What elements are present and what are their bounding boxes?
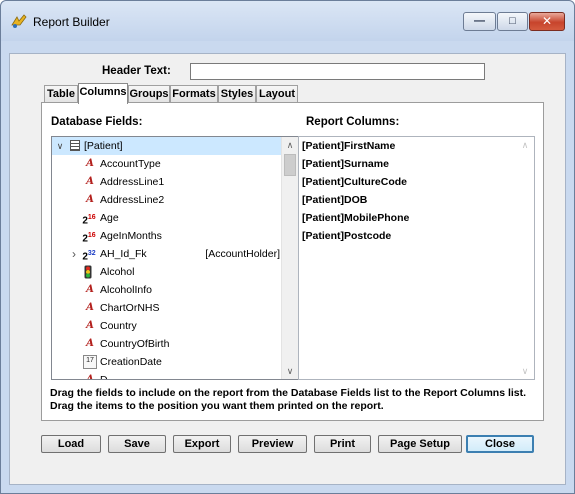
tab-formats[interactable]: Formats <box>170 85 218 103</box>
close-button[interactable]: Close <box>466 435 534 453</box>
int16-field-icon: 216 <box>82 214 96 227</box>
int16-field-icon: 216 <box>82 232 96 245</box>
tab-layout[interactable]: Layout <box>256 85 298 103</box>
report-columns-list[interactable]: [Patient]FirstName [Patient]Surname [Pat… <box>298 136 535 380</box>
field-label: D... <box>100 374 117 380</box>
report-columns-label: Report Columns: <box>306 116 400 128</box>
field-label: AlcoholInfo <box>100 284 152 296</box>
header-text-input[interactable] <box>190 63 485 80</box>
page-setup-button[interactable]: Page Setup <box>378 435 462 453</box>
preview-button[interactable]: Preview <box>238 435 307 453</box>
field-item[interactable]: 17 CreationDate <box>52 353 282 371</box>
field-item[interactable]: A AccountType <box>52 155 282 173</box>
minimize-icon: — <box>474 15 485 27</box>
field-item[interactable]: A Country <box>52 317 282 335</box>
field-label: AH_Id_Fk <box>100 248 147 260</box>
field-item[interactable]: A D... <box>52 371 282 380</box>
report-column-item[interactable]: [Patient]FirstName <box>302 137 395 155</box>
tab-groups[interactable]: Groups <box>128 85 170 103</box>
maximize-button[interactable]: □ <box>497 12 528 31</box>
int32-field-icon: 232 <box>82 250 96 263</box>
minimize-button[interactable]: — <box>463 12 496 31</box>
field-item[interactable]: A ChartOrNHS <box>52 299 282 317</box>
tab-styles[interactable]: Styles <box>218 85 256 103</box>
text-field-icon: A <box>86 284 94 295</box>
report-column-item[interactable]: [Patient]DOB <box>302 191 367 209</box>
field-item[interactable]: A CountryOfBirth <box>52 335 282 353</box>
field-label: AgeInMonths <box>100 230 162 242</box>
columns-tab-panel: Database Fields: Report Columns: ∨ [Pati… <box>41 102 544 421</box>
scroll-up-icon[interactable]: ∧ <box>282 137 298 153</box>
report-builder-window: Report Builder — □ ✕ Header Text: Table … <box>0 0 575 494</box>
field-item[interactable]: Alcohol <box>52 263 282 281</box>
close-window-button[interactable]: ✕ <box>529 12 565 31</box>
dialog-body: Header Text: Table Columns Groups Format… <box>9 53 566 485</box>
report-columns-scrollbar[interactable]: ∧ ∨ <box>517 137 534 379</box>
text-field-icon: A <box>86 320 94 331</box>
title-bar[interactable]: Report Builder — □ ✕ <box>1 1 574 41</box>
field-label: Country <box>100 320 137 332</box>
field-item[interactable]: 216 Age <box>52 209 282 227</box>
header-text-label: Header Text: <box>102 65 171 77</box>
foreign-key-tag: [AccountHolder] <box>205 248 280 260</box>
field-label: AddressLine2 <box>100 194 165 206</box>
collapse-chevron-icon[interactable]: ∨ <box>53 139 67 153</box>
scrollbar-thumb[interactable] <box>284 154 296 176</box>
text-field-icon: A <box>86 194 94 205</box>
database-fields-scrollbar[interactable]: ∧ ∨ <box>281 137 298 379</box>
scroll-down-icon[interactable]: ∨ <box>282 363 298 379</box>
scroll-up-icon[interactable]: ∧ <box>517 137 533 153</box>
database-fields-label: Database Fields: <box>51 116 143 128</box>
field-item[interactable]: 216 AgeInMonths <box>52 227 282 245</box>
close-icon: ✕ <box>541 14 553 28</box>
report-column-item[interactable]: [Patient]CultureCode <box>302 173 407 191</box>
text-field-icon: A <box>86 374 94 380</box>
instructions-text: Drag the fields to include on the report… <box>50 387 527 412</box>
report-column-item[interactable]: [Patient]MobilePhone <box>302 209 409 227</box>
field-label: AccountType <box>100 158 161 170</box>
tree-root-patient[interactable]: ∨ [Patient] <box>52 137 282 155</box>
app-icon <box>11 14 27 28</box>
field-item[interactable]: › 232 AH_Id_Fk [AccountHolder] <box>52 245 282 263</box>
field-item[interactable]: A AddressLine1 <box>52 173 282 191</box>
field-label: ChartOrNHS <box>100 302 160 314</box>
field-label: CountryOfBirth <box>100 338 170 350</box>
field-item[interactable]: A AlcoholInfo <box>52 281 282 299</box>
table-icon <box>70 140 80 151</box>
field-label: Alcohol <box>100 266 135 278</box>
text-field-icon: A <box>86 176 94 187</box>
field-label: Age <box>100 212 119 224</box>
window-title: Report Builder <box>33 15 110 29</box>
database-fields-tree[interactable]: ∨ [Patient] A AccountType A AddressLine1… <box>51 136 299 380</box>
text-field-icon: A <box>86 338 94 349</box>
text-field-icon: A <box>86 302 94 313</box>
date-field-icon: 17 <box>83 355 97 369</box>
field-label: AddressLine1 <box>100 176 165 188</box>
load-button[interactable]: Load <box>41 435 101 453</box>
tab-columns[interactable]: Columns <box>78 83 128 104</box>
text-field-icon: A <box>86 158 94 169</box>
maximize-icon: □ <box>509 15 516 27</box>
field-label: CreationDate <box>100 356 162 368</box>
tab-table[interactable]: Table <box>44 85 78 103</box>
report-column-item[interactable]: [Patient]Postcode <box>302 227 391 245</box>
save-button[interactable]: Save <box>108 435 166 453</box>
print-button[interactable]: Print <box>314 435 371 453</box>
field-item[interactable]: A AddressLine2 <box>52 191 282 209</box>
report-column-item[interactable]: [Patient]Surname <box>302 155 389 173</box>
bool-field-icon <box>84 265 92 279</box>
scroll-down-icon[interactable]: ∨ <box>517 363 533 379</box>
tree-root-label: [Patient] <box>84 140 123 152</box>
expand-chevron-icon[interactable]: › <box>67 247 81 261</box>
export-button[interactable]: Export <box>173 435 231 453</box>
